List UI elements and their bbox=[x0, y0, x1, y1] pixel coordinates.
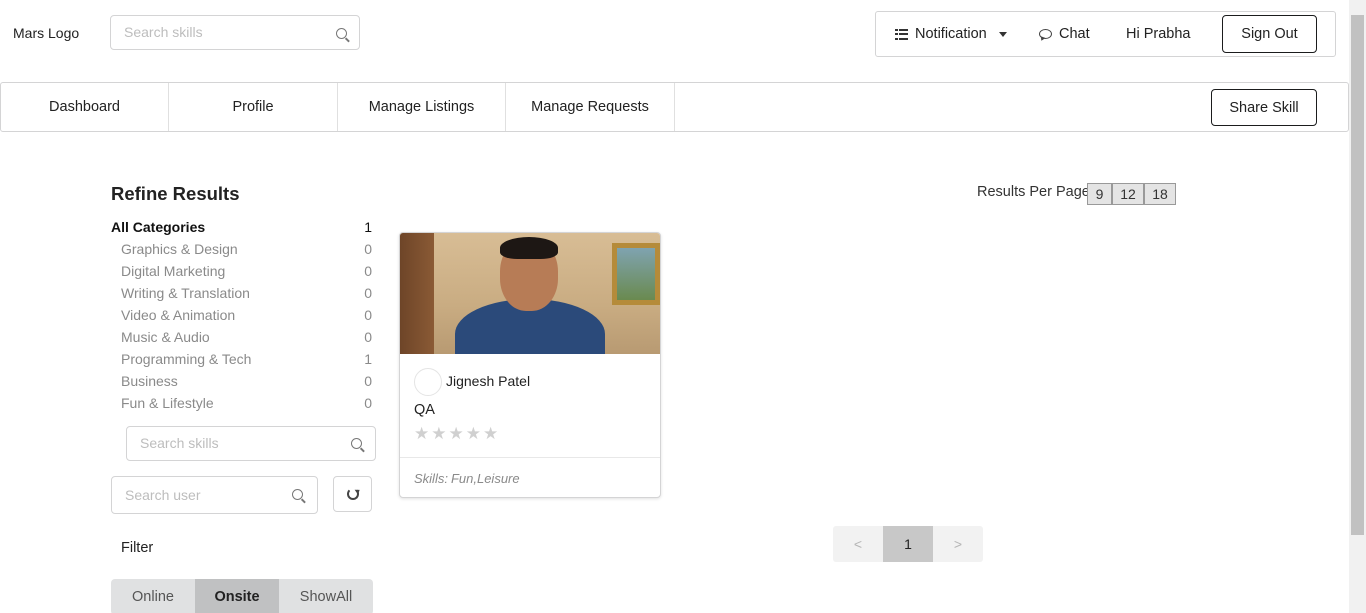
filter-showall-button[interactable]: ShowAll bbox=[279, 579, 373, 613]
category-graphics-design[interactable]: Graphics & Design 0 bbox=[111, 241, 373, 261]
per-page-18-button[interactable]: 18 bbox=[1144, 183, 1176, 205]
refresh-icon bbox=[347, 488, 359, 500]
category-digital-marketing[interactable]: Digital Marketing 0 bbox=[111, 263, 373, 283]
skills-line: Skills: Fun,Leisure bbox=[414, 471, 520, 486]
star-icon: ★ bbox=[483, 424, 501, 443]
category-count: 1 bbox=[364, 351, 372, 367]
sign-out-button[interactable]: Sign Out bbox=[1222, 15, 1317, 53]
header-search-input[interactable] bbox=[124, 24, 324, 40]
user-search-box bbox=[111, 476, 318, 514]
skill-photo[interactable] bbox=[400, 233, 660, 354]
skill-card[interactable]: Jignesh Patel QA ★★★★★ Skills: Fun,Leisur… bbox=[399, 232, 661, 498]
category-name: Graphics & Design bbox=[121, 241, 238, 257]
nav-dashboard[interactable]: Dashboard bbox=[1, 83, 169, 131]
category-business[interactable]: Business 0 bbox=[111, 373, 373, 393]
category-all[interactable]: All Categories 1 bbox=[111, 219, 373, 239]
category-name: Digital Marketing bbox=[121, 263, 226, 279]
page-1-button[interactable]: 1 bbox=[883, 526, 933, 562]
prev-page-button[interactable]: < bbox=[833, 526, 883, 562]
category-fun-lifestyle[interactable]: Fun & Lifestyle 0 bbox=[111, 395, 373, 415]
user-menu: Notification Chat Hi Prabha Sign Out bbox=[875, 11, 1336, 57]
nav-manage-requests[interactable]: Manage Requests bbox=[506, 83, 675, 131]
star-icon: ★ bbox=[414, 424, 432, 443]
nav-profile[interactable]: Profile bbox=[169, 83, 338, 131]
main-nav: Dashboard Profile Manage Listings Manage… bbox=[0, 82, 1349, 132]
skill-title[interactable]: QA bbox=[414, 402, 435, 418]
results-per-page-label: Results Per Page : bbox=[977, 184, 1098, 200]
category-name: Video & Animation bbox=[121, 307, 236, 323]
category-count: 1 bbox=[364, 219, 372, 235]
caret-down-icon bbox=[998, 31, 1007, 37]
notification-label: Notification bbox=[915, 26, 987, 42]
card-content: Jignesh Patel QA ★★★★★ bbox=[400, 354, 660, 457]
skills-prefix: Skills: bbox=[414, 471, 448, 486]
refine-results-title: Refine Results bbox=[111, 183, 240, 204]
category-name: Writing & Translation bbox=[121, 285, 250, 301]
star-icon: ★ bbox=[465, 424, 483, 443]
scrollbar-thumb[interactable] bbox=[1351, 15, 1364, 535]
filter-segment: Online Onsite ShowAll bbox=[111, 579, 373, 613]
per-page-9-button[interactable]: 9 bbox=[1087, 183, 1112, 205]
category-video-animation[interactable]: Video & Animation 0 bbox=[111, 307, 373, 327]
category-count: 0 bbox=[364, 241, 372, 257]
user-search-input[interactable] bbox=[125, 487, 285, 503]
filter-label: Filter bbox=[121, 540, 154, 556]
per-page-12-button[interactable]: 12 bbox=[1112, 183, 1144, 205]
skill-search-input[interactable] bbox=[140, 435, 340, 451]
list-icon bbox=[895, 28, 908, 40]
category-count: 0 bbox=[364, 263, 372, 279]
page-scrollbar[interactable] bbox=[1349, 0, 1366, 613]
photo-person-hair bbox=[500, 237, 558, 259]
logo[interactable]: Mars Logo bbox=[13, 25, 79, 41]
category-count: 0 bbox=[364, 307, 372, 323]
category-name: Music & Audio bbox=[121, 329, 210, 345]
chat-label: Chat bbox=[1059, 26, 1090, 42]
user-greeting: Hi Prabha bbox=[1126, 26, 1191, 42]
category-music-audio[interactable]: Music & Audio 0 bbox=[111, 329, 373, 349]
next-page-button[interactable]: > bbox=[933, 526, 983, 562]
star-icon: ★ bbox=[448, 424, 466, 443]
search-icon[interactable] bbox=[292, 489, 303, 500]
category-name: All Categories bbox=[111, 219, 206, 235]
pagination: < 1 > bbox=[833, 526, 983, 562]
category-name: Programming & Tech bbox=[121, 351, 252, 367]
category-count: 0 bbox=[364, 395, 372, 411]
category-name: Business bbox=[121, 373, 178, 389]
refresh-button[interactable] bbox=[333, 476, 372, 512]
search-icon[interactable] bbox=[336, 28, 347, 39]
star-icon: ★ bbox=[431, 424, 449, 443]
chat-link[interactable]: Chat bbox=[1039, 26, 1090, 42]
card-extra: Skills: Fun,Leisure bbox=[400, 457, 660, 497]
header-search-box bbox=[110, 15, 360, 50]
rating-stars: ★★★★★ bbox=[414, 424, 500, 444]
nav-manage-listings[interactable]: Manage Listings bbox=[338, 83, 506, 131]
category-programming-tech[interactable]: Programming & Tech 1 bbox=[111, 351, 373, 371]
skills-value: Fun,Leisure bbox=[450, 471, 520, 486]
category-writing-translation[interactable]: Writing & Translation 0 bbox=[111, 285, 373, 305]
share-skill-button[interactable]: Share Skill bbox=[1211, 89, 1317, 126]
category-count: 0 bbox=[364, 285, 372, 301]
seller-name[interactable]: Jignesh Patel bbox=[446, 373, 530, 389]
notification-dropdown[interactable]: Notification bbox=[895, 26, 1007, 42]
search-icon[interactable] bbox=[351, 438, 362, 449]
chat-bubble-icon bbox=[1039, 29, 1052, 39]
category-count: 0 bbox=[364, 373, 372, 389]
photo-door bbox=[400, 233, 434, 354]
filter-online-button[interactable]: Online bbox=[111, 579, 195, 613]
filter-onsite-button[interactable]: Onsite bbox=[195, 579, 279, 613]
category-count: 0 bbox=[364, 329, 372, 345]
skill-search-box bbox=[126, 426, 376, 461]
photo-frame bbox=[612, 243, 660, 305]
category-name: Fun & Lifestyle bbox=[121, 395, 214, 411]
avatar bbox=[414, 368, 442, 396]
